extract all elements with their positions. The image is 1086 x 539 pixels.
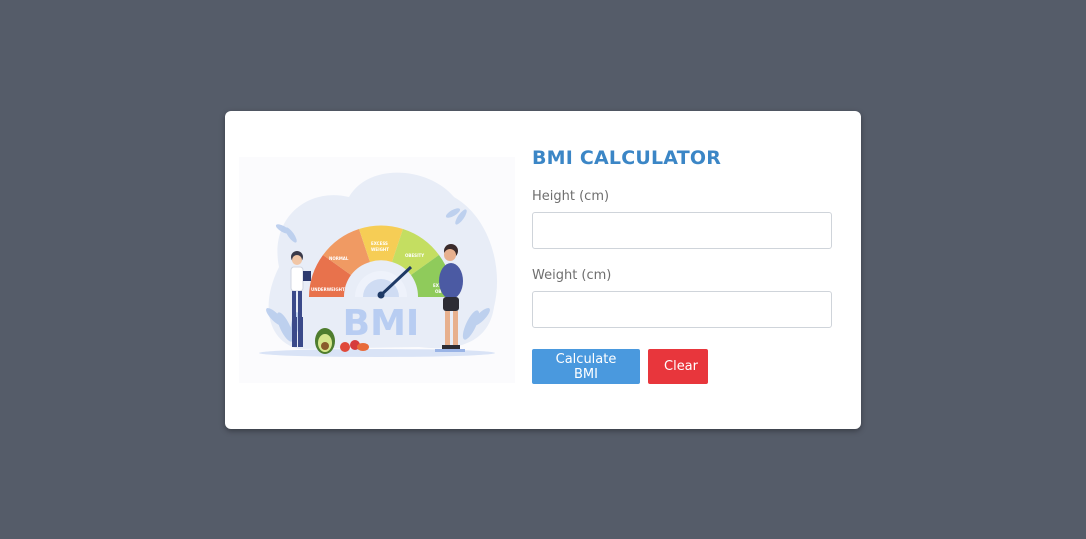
bmi-card: UNDERWEIGHT NORMAL EXCESS WEIGHT OBESITY… — [225, 111, 861, 429]
height-label: Height (cm) — [532, 189, 610, 204]
bmi-form: BMI CALCULATOR Height (cm) Weight (cm) C… — [532, 147, 832, 384]
svg-text:WEIGHT: WEIGHT — [371, 247, 389, 252]
weight-input[interactable] — [532, 291, 832, 328]
bmi-scale-illustration-icon: UNDERWEIGHT NORMAL EXCESS WEIGHT OBESITY… — [239, 157, 515, 383]
height-input[interactable] — [532, 212, 832, 249]
clear-button[interactable]: Clear — [648, 349, 708, 384]
calculate-bmi-button[interactable]: Calculate BMI — [532, 349, 640, 384]
svg-text:NORMAL: NORMAL — [329, 256, 349, 261]
svg-text:OBESITY: OBESITY — [405, 253, 424, 258]
svg-text:EXCESS: EXCESS — [371, 241, 388, 246]
bmi-text: BMI — [343, 303, 420, 344]
weight-label: Weight (cm) — [532, 268, 612, 283]
svg-text:UNDERWEIGHT: UNDERWEIGHT — [311, 287, 345, 292]
form-title: BMI CALCULATOR — [532, 147, 722, 169]
bmi-illustration: UNDERWEIGHT NORMAL EXCESS WEIGHT OBESITY… — [239, 157, 515, 383]
form-actions: Calculate BMI Clear — [532, 349, 832, 384]
